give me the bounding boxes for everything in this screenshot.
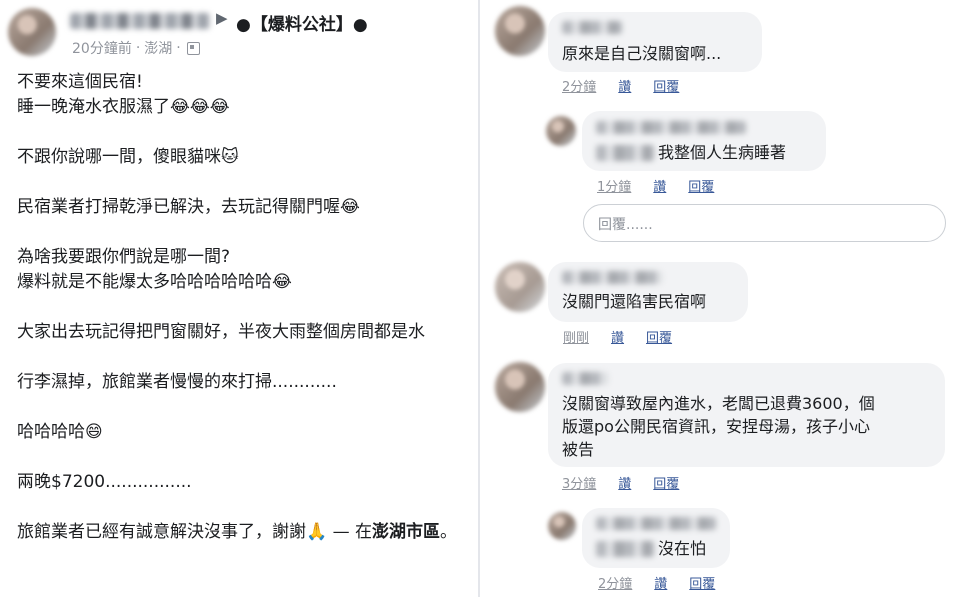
- comment-actions: 1分鐘 讚 回覆: [597, 176, 714, 195]
- reply-button[interactable]: 回覆: [653, 473, 679, 492]
- commenter-name-blurred[interactable]: [562, 372, 608, 385]
- comment-text: 原來是自己沒關窗啊...: [562, 44, 722, 63]
- post-meta: 20分鐘前 · 澎湖 ·: [72, 38, 200, 58]
- comment-bubble: 沒關門還陷害民宿啊: [548, 262, 748, 322]
- post-author-name-blurred[interactable]: [70, 13, 210, 29]
- post-body: 不要來這個民宿! 睡一晚淹水衣服濕了😂😂😂 不跟你說哪一間，傻眼貓咪🐱 民宿業者…: [17, 70, 467, 545]
- post-paragraph: 兩晚$7200................: [17, 472, 192, 492]
- post-panel: ▶ ●【爆料公社】● 20分鐘前 · 澎湖 · 不要來這個民宿! 睡一晚淹水衣服…: [0, 0, 478, 597]
- comment-bubble: 原來是自己沒關窗啊...: [548, 12, 762, 72]
- comment-actions: 2分鐘 讚 回覆: [598, 573, 715, 592]
- comment-text-line: 沒關窗導致屋內進水，老闆已退費3600，個: [562, 394, 875, 413]
- comment-text: 沒在怕: [658, 539, 707, 558]
- like-button[interactable]: 讚: [611, 327, 624, 346]
- comment-actions: 3分鐘 讚 回覆: [562, 473, 679, 492]
- reply-button[interactable]: 回覆: [688, 176, 714, 195]
- privacy-icon[interactable]: [186, 41, 200, 55]
- commenter-name-blurred[interactable]: [596, 517, 716, 530]
- commenter-avatar[interactable]: [495, 6, 545, 56]
- post-paragraph: 不跟你說哪一間，傻眼貓咪🐱: [17, 147, 239, 167]
- mention-blurred[interactable]: [596, 145, 654, 161]
- comment-actions: 2分鐘 讚 回覆: [562, 76, 679, 95]
- comment-text: 沒關門還陷害民宿啊: [562, 292, 707, 311]
- comment-time[interactable]: 剛剛: [563, 327, 589, 346]
- post-paragraph: 為啥我要跟你們說是哪一間? 爆料就是不能爆太多哈哈哈哈哈哈😂: [17, 247, 292, 292]
- post-paragraph: 不要來這個民宿! 睡一晚淹水衣服濕了😂😂😂: [17, 72, 230, 117]
- comment-bubble: 我整個人生病睡著: [582, 111, 826, 171]
- post-author-avatar[interactable]: [8, 8, 56, 56]
- comment-time[interactable]: 1分鐘: [597, 176, 631, 195]
- like-button[interactable]: 讚: [618, 473, 631, 492]
- reply-button[interactable]: 回覆: [646, 327, 672, 346]
- like-button[interactable]: 讚: [653, 176, 666, 195]
- comment-actions: 剛剛 讚 回覆: [563, 327, 672, 346]
- commenter-avatar[interactable]: [548, 512, 576, 540]
- post-paragraph: 行李濕掉，旅館業者慢慢的來打掃............: [17, 372, 337, 392]
- comment-time[interactable]: 3分鐘: [562, 473, 596, 492]
- location-link[interactable]: 澎湖市區: [372, 522, 440, 542]
- commenter-avatar[interactable]: [495, 262, 545, 312]
- commenter-avatar[interactable]: [546, 116, 576, 146]
- reply-button[interactable]: 回覆: [689, 573, 715, 592]
- share-to-arrow-icon: ▶: [216, 9, 228, 27]
- meta-separator: ·: [135, 40, 141, 56]
- comment-text-line: 被告: [562, 440, 595, 459]
- commenter-name-blurred[interactable]: [562, 271, 662, 284]
- post-last-text: 旅館業者已經有誠意解決沒事了，謝謝🙏 — 在: [17, 522, 372, 542]
- commenter-avatar[interactable]: [495, 362, 545, 412]
- comment-bubble: 沒在怕: [582, 508, 730, 568]
- comment-time[interactable]: 2分鐘: [598, 573, 632, 592]
- post-paragraph: 哈哈哈哈😄: [17, 422, 103, 442]
- commenter-name-blurred[interactable]: [562, 21, 622, 34]
- comment-text-line: 版還po公開民宿資訊，安捏母湯，孩子小心: [562, 417, 870, 436]
- comment-text: 我整個人生病睡著: [658, 143, 787, 162]
- group-name-link[interactable]: ●【爆料公社】●: [236, 10, 368, 35]
- meta-separator: ·: [176, 40, 181, 56]
- comment-bubble: 沒關窗導致屋內進水，老闆已退費3600，個 版還po公開民宿資訊，安捏母湯，孩子…: [548, 363, 945, 467]
- reply-button[interactable]: 回覆: [653, 76, 679, 95]
- post-paragraph: 民宿業者打掃乾淨已解決，去玩記得關門喔😂: [17, 197, 360, 217]
- reply-input[interactable]: 回覆......: [583, 204, 946, 242]
- mention-blurred[interactable]: [596, 541, 654, 557]
- comment-time[interactable]: 2分鐘: [562, 76, 596, 95]
- like-button[interactable]: 讚: [618, 76, 631, 95]
- post-paragraph-last: 旅館業者已經有誠意解決沒事了，謝謝🙏 — 在澎湖市區。: [17, 520, 467, 545]
- commenter-name-blurred[interactable]: [596, 121, 746, 134]
- post-timestamp[interactable]: 20分鐘前: [72, 38, 132, 58]
- post-last-suffix: 。: [439, 522, 457, 542]
- post-location[interactable]: 澎湖: [144, 38, 172, 58]
- like-button[interactable]: 讚: [654, 573, 667, 592]
- post-paragraph: 大家出去玩記得把門窗關好，半夜大雨整個房間都是水: [17, 322, 425, 342]
